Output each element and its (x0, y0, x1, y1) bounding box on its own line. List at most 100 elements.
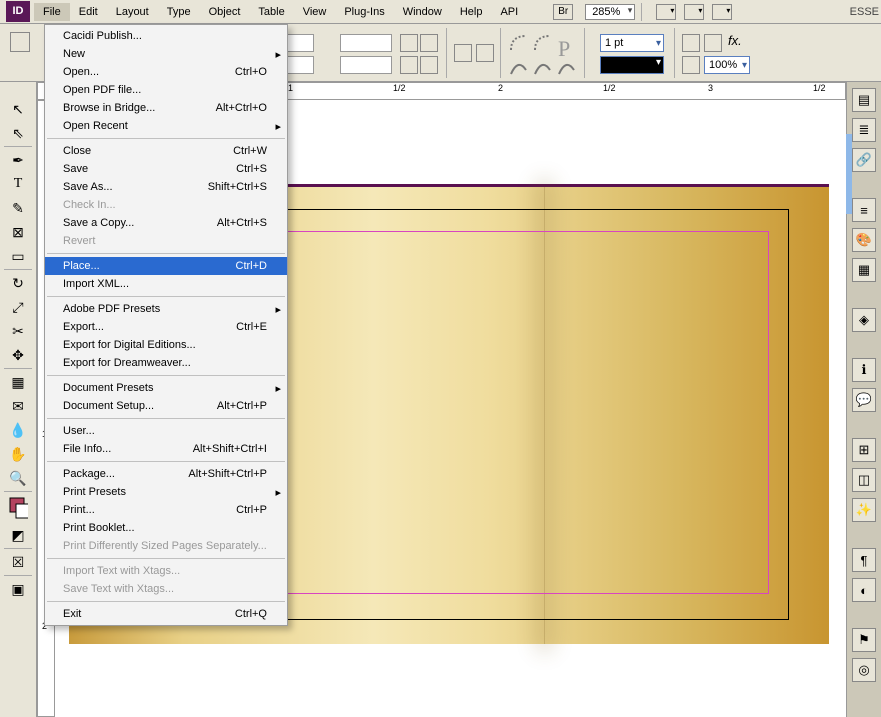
object-styles-panel-icon[interactable]: ◈ (852, 308, 876, 332)
menu-item-place[interactable]: Place...Ctrl+D (45, 257, 287, 275)
menu-item-open-recent[interactable]: Open Recent▸ (45, 117, 287, 135)
zoom-tool[interactable]: 🔍 (7, 467, 29, 489)
menu-item-export[interactable]: Export...Ctrl+E (45, 318, 287, 336)
menu-item-export-for-digital-editions[interactable]: Export for Digital Editions... (45, 336, 287, 354)
pages-panel-icon[interactable]: ▤ (852, 88, 876, 112)
menu-item-adobe-pdf-presets[interactable]: Adobe PDF Presets▸ (45, 300, 287, 318)
layers-panel-icon[interactable]: ≣ (852, 118, 876, 142)
view-mode-toggle[interactable]: ▣ (7, 578, 29, 600)
note-tool[interactable]: ✉ (7, 395, 29, 417)
rotate-input[interactable] (340, 34, 392, 52)
stroke-style-dropdown[interactable] (600, 56, 664, 74)
menu-edit[interactable]: Edit (70, 3, 107, 21)
tags-panel-icon[interactable]: ⚑ (852, 628, 876, 652)
path-icon-c (556, 56, 578, 78)
effects-panel-icon[interactable]: ✨ (852, 498, 876, 522)
rotate-ccw-button[interactable] (400, 34, 418, 52)
menu-item-print-booklet[interactable]: Print Booklet... (45, 519, 287, 537)
workspace-dropdown[interactable] (712, 4, 732, 20)
panel-highlight (846, 134, 852, 214)
pencil-tool[interactable]: ✎ (7, 197, 29, 219)
pen-tool[interactable]: ✒ (7, 149, 29, 171)
menu-item-browse-in-bridge[interactable]: Browse in Bridge...Alt+Ctrl+O (45, 99, 287, 117)
drop-shadow-button[interactable] (704, 34, 722, 52)
control-panel-menu-icon[interactable] (10, 32, 30, 52)
rectangle-frame-tool[interactable]: ⊠ (7, 221, 29, 243)
stroke-panel-icon[interactable]: ≡ (852, 198, 876, 222)
default-fill-stroke[interactable]: ☒ (7, 551, 29, 573)
menu-item-user[interactable]: User... (45, 422, 287, 440)
color-panel-icon[interactable]: 🎨 (852, 228, 876, 252)
menu-help[interactable]: Help (451, 3, 492, 21)
direct-selection-tool[interactable]: ⇖ (7, 122, 29, 144)
type-tool[interactable]: T (7, 173, 29, 195)
rotate-tool[interactable]: ↻ (7, 272, 29, 294)
effects-button[interactable] (682, 34, 700, 52)
rectangle-tool[interactable]: ▭ (7, 245, 29, 267)
menu-item-open-pdf-file[interactable]: Open PDF file... (45, 81, 287, 99)
menu-plug-ins[interactable]: Plug-Ins (335, 3, 393, 21)
menu-view[interactable]: View (294, 3, 336, 21)
menu-item-document-presets[interactable]: Document Presets▸ (45, 379, 287, 397)
pathfinder-panel-icon[interactable]: ◫ (852, 468, 876, 492)
arrange-docs-dropdown[interactable] (684, 4, 704, 20)
fx-button[interactable]: fx. (728, 33, 742, 48)
menu-table[interactable]: Table (249, 3, 293, 21)
flip-v-button[interactable] (420, 56, 438, 74)
menu-item-cacidi-publish[interactable]: Cacidi Publish... (45, 27, 287, 45)
align-panel-icon[interactable]: ⊞ (852, 438, 876, 462)
menu-layout[interactable]: Layout (107, 3, 158, 21)
menu-item-save-as[interactable]: Save As...Shift+Ctrl+S (45, 178, 287, 196)
menu-item-file-info[interactable]: File Info...Alt+Shift+Ctrl+I (45, 440, 287, 458)
rotate-cw-button[interactable] (420, 34, 438, 52)
menu-api[interactable]: API (491, 3, 527, 21)
gradient-tool[interactable]: ▦ (7, 371, 29, 393)
info-panel-icon[interactable]: ℹ (852, 358, 876, 382)
menu-separator (47, 558, 285, 559)
free-transform-tool[interactable]: ✥ (7, 344, 29, 366)
menu-item-exit[interactable]: ExitCtrl+Q (45, 605, 287, 623)
menu-item-import-xml[interactable]: Import XML... (45, 275, 287, 293)
eyedropper-tool[interactable]: 💧 (7, 419, 29, 441)
text-wrap-panel-icon[interactable]: ¶ (852, 548, 876, 572)
menu-item-export-for-dreamweaver[interactable]: Export for Dreamweaver... (45, 354, 287, 372)
selection-tool[interactable]: ↖ (7, 98, 29, 120)
flip-h-button[interactable] (400, 56, 418, 74)
menu-item-document-setup[interactable]: Document Setup...Alt+Ctrl+P (45, 397, 287, 415)
menu-item-save[interactable]: SaveCtrl+S (45, 160, 287, 178)
misc-panel-icon[interactable]: ◎ (852, 658, 876, 682)
swatches-panel-icon[interactable]: ▦ (852, 258, 876, 282)
tools-panel: ↖ ⇖ ✒ T ✎ ⊠ ▭ ↻ ⤢ ✂ ✥ ▦ ✉ 💧 ✋ 🔍 ◩ ☒ ▣ (0, 82, 37, 717)
shear-input[interactable] (340, 56, 392, 74)
content-select-button[interactable] (476, 44, 494, 62)
stroke-corner-icon (508, 32, 530, 54)
stroke-weight-dropdown[interactable]: 1 pt (600, 34, 664, 52)
bridge-button[interactable]: Br (553, 4, 573, 20)
chat-panel-icon[interactable]: 💬 (852, 388, 876, 412)
hand-tool[interactable]: ✋ (7, 443, 29, 465)
menu-item-revert: Revert (45, 232, 287, 250)
zoom-level-input[interactable]: 285% (585, 4, 635, 20)
path-icon-b (532, 56, 554, 78)
screen-mode-dropdown[interactable] (656, 4, 676, 20)
links-panel-icon[interactable]: 🔗 (852, 148, 876, 172)
menu-item-close[interactable]: CloseCtrl+W (45, 142, 287, 160)
container-select-button[interactable] (454, 44, 472, 62)
fill-stroke-swatch[interactable] (7, 494, 29, 522)
scissors-tool[interactable]: ✂ (7, 320, 29, 342)
menu-item-print[interactable]: Print...Ctrl+P (45, 501, 287, 519)
menu-item-print-presets[interactable]: Print Presets▸ (45, 483, 287, 501)
menu-item-save-a-copy[interactable]: Save a Copy...Alt+Ctrl+S (45, 214, 287, 232)
menu-window[interactable]: Window (394, 3, 451, 21)
menu-type[interactable]: Type (158, 3, 200, 21)
scale-tool[interactable]: ⤢ (7, 296, 29, 318)
menu-item-new[interactable]: New▸ (45, 45, 287, 63)
menu-item-package[interactable]: Package...Alt+Shift+Ctrl+P (45, 465, 287, 483)
gradient-panel-icon[interactable]: ◐ (852, 578, 876, 602)
format-container-toggle[interactable]: ◩ (7, 524, 29, 546)
opacity-input[interactable]: 100% (704, 56, 750, 74)
menu-item-import-text-with-xtags: Import Text with Xtags... (45, 562, 287, 580)
menu-object[interactable]: Object (200, 3, 250, 21)
menu-file[interactable]: File (34, 3, 70, 21)
menu-item-open[interactable]: Open...Ctrl+O (45, 63, 287, 81)
